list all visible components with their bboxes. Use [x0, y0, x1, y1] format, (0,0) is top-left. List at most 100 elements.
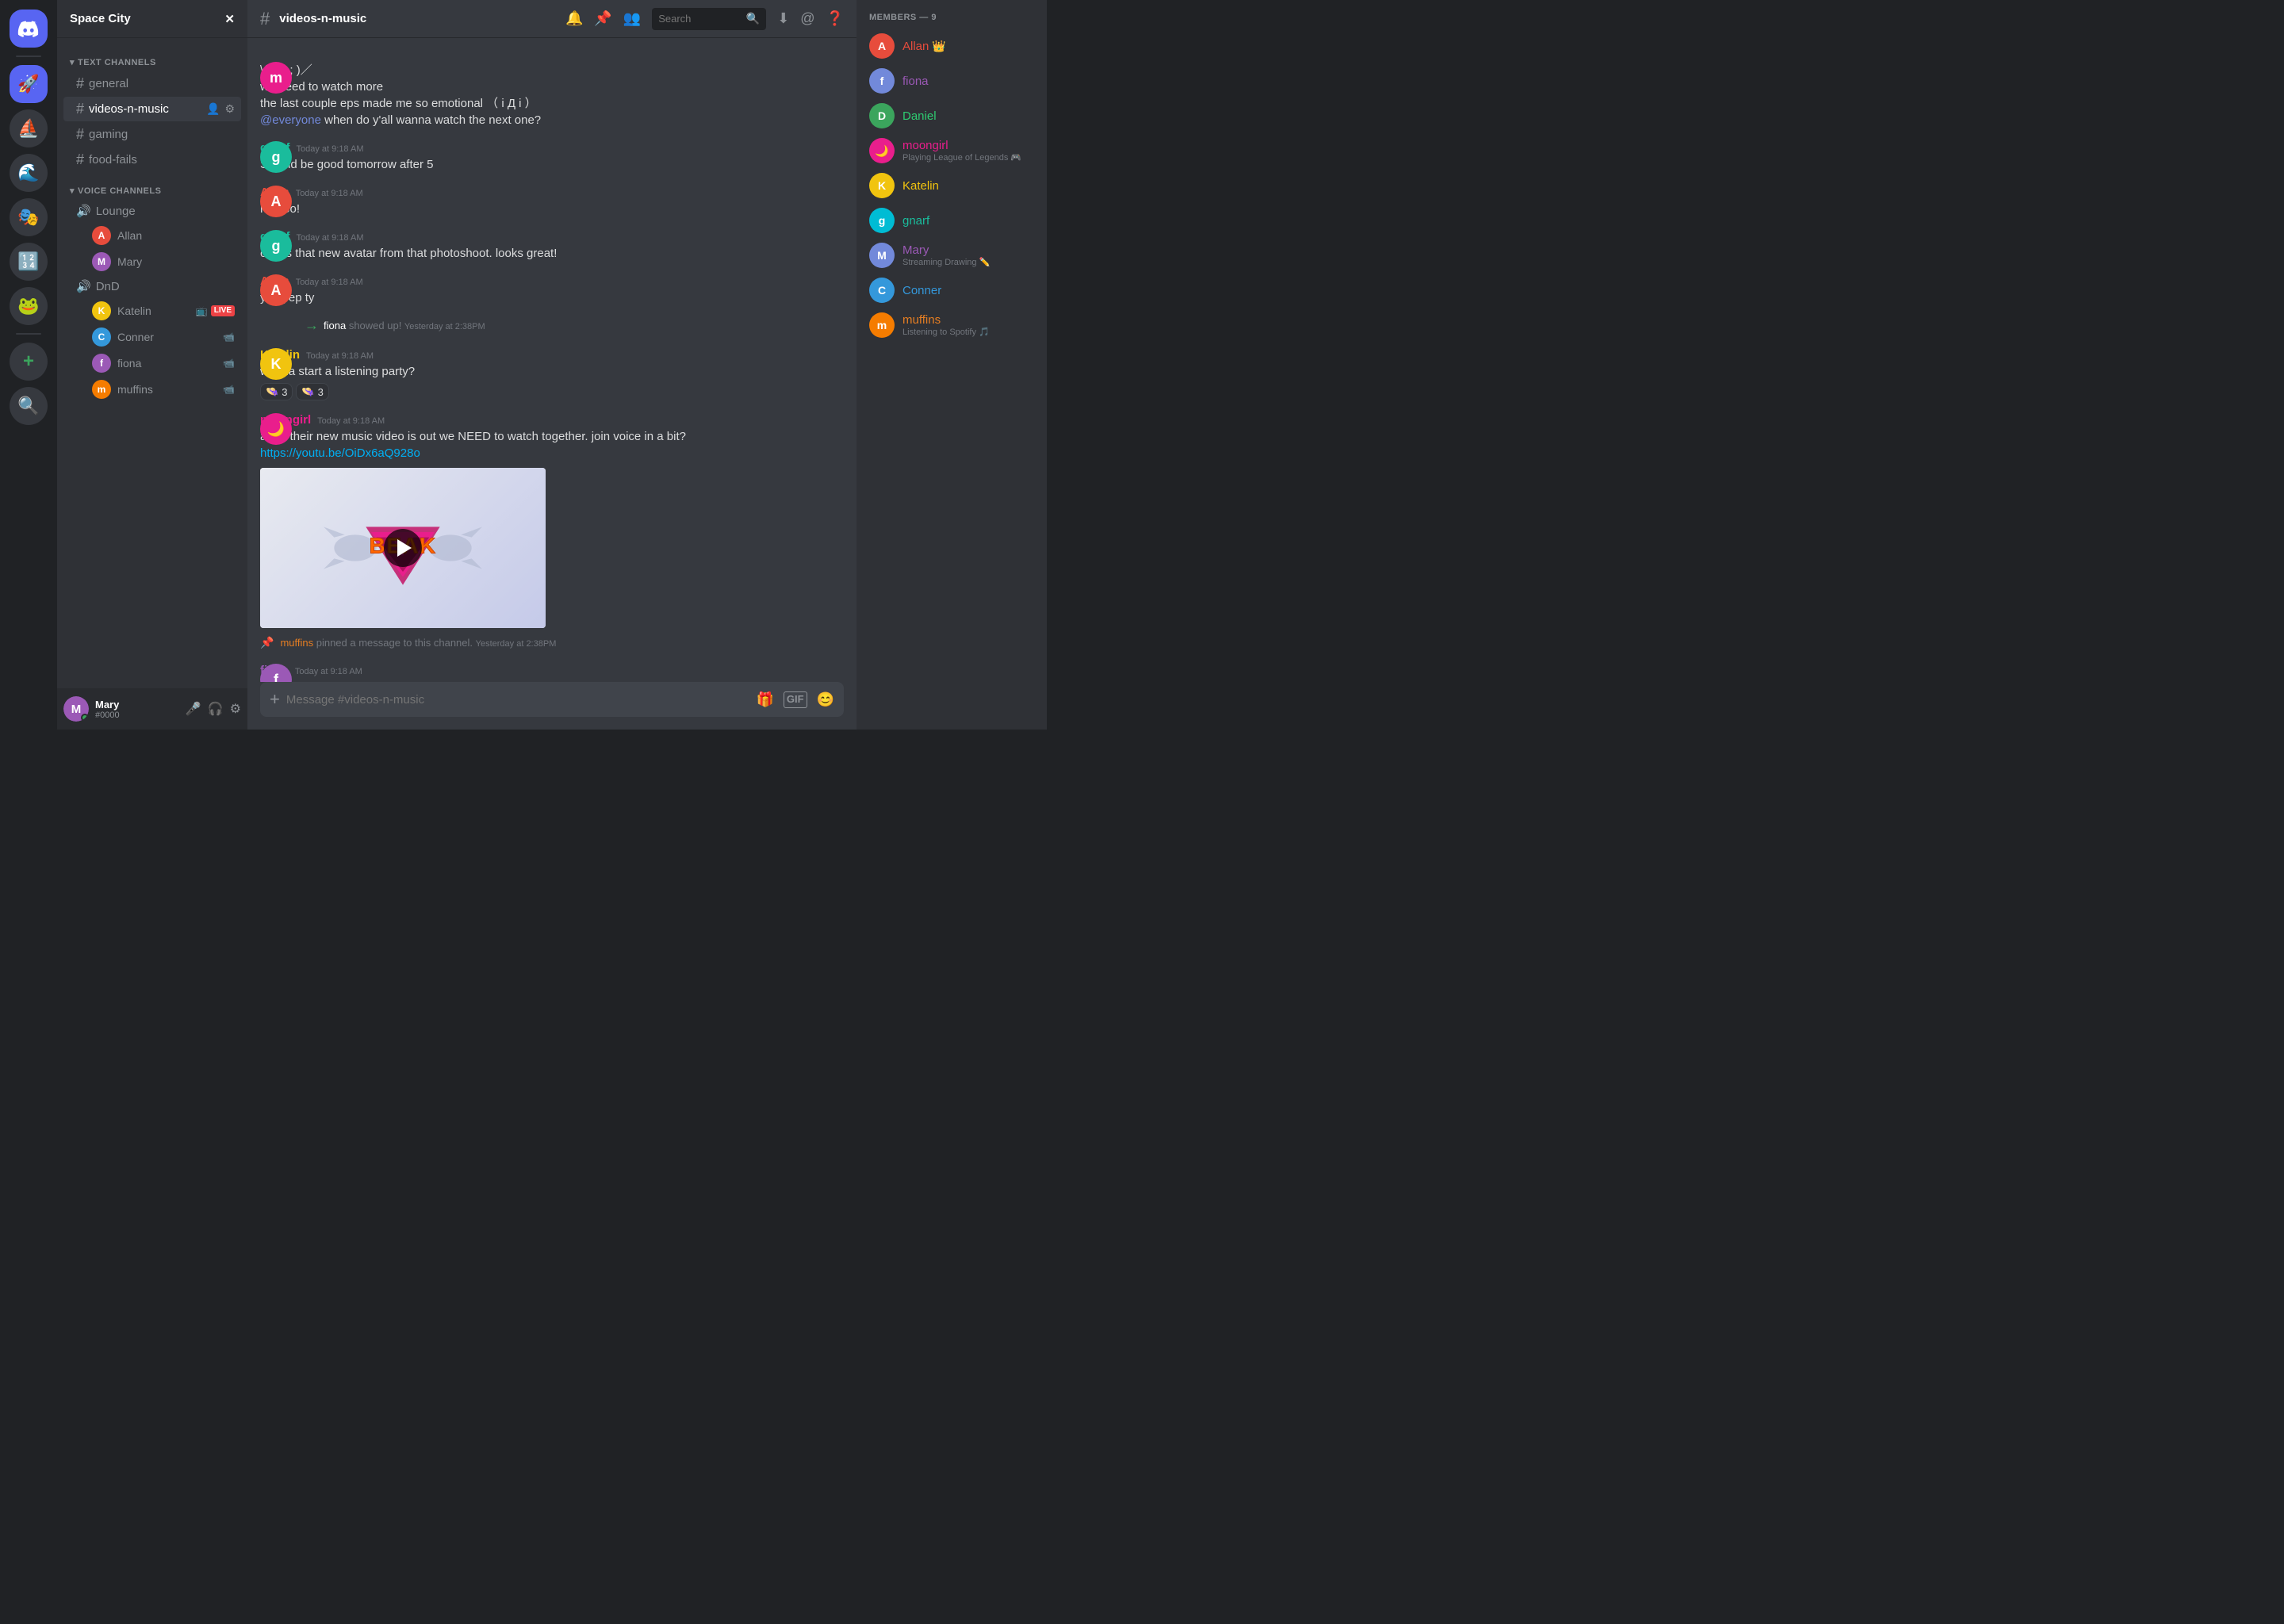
server-icon-3[interactable]: 🌊	[10, 154, 48, 192]
members-sidebar: MEMBERS — 9 A Allan 👑 f fiona D Daniel 🌙…	[856, 0, 1047, 730]
input-icons: 🎁 GIF 😊	[756, 691, 834, 708]
msg-text-moongirl: aaaa their new music video is out we NEE…	[260, 428, 844, 445]
server-icon-6[interactable]: 🐸	[10, 287, 48, 325]
member-item-muffins[interactable]: m muffins Listening to Spotify 🎵	[863, 308, 1040, 343]
explore-servers-icon[interactable]: 🔍	[10, 387, 48, 425]
msg-content-gnarf-2: gnarf Today at 9:18 AM ooh is that new a…	[260, 230, 844, 262]
channel-name-gaming: gaming	[89, 128, 128, 141]
current-user-avatar: M	[63, 696, 89, 722]
youtube-link[interactable]: https://youtu.be/OiDx6aQ928o	[260, 446, 420, 460]
msg-content-moongirl: moongirl Today at 9:18 AM aaaa their new…	[260, 413, 844, 628]
member-item-daniel[interactable]: D Daniel	[863, 98, 1040, 133]
msg-content-katelin: Katelin Today at 9:18 AM wanna start a l…	[260, 348, 844, 400]
message-allan-2: A Allan Today at 9:18 AM yep yep ty	[247, 273, 856, 308]
katelin-avatar: K	[92, 301, 111, 320]
members-icon[interactable]: 👥	[623, 10, 641, 27]
settings-icon[interactable]: ⚙	[224, 102, 235, 116]
server-icon-1[interactable]: 🚀	[10, 65, 48, 103]
server-icon-2[interactable]: ⛵	[10, 109, 48, 147]
voice-user-muffins[interactable]: m muffins 📹	[63, 377, 241, 402]
server-icon-5[interactable]: 🔢	[10, 243, 48, 281]
member-info-moongirl: moongirl Playing League of Legends 🎮	[902, 139, 1021, 163]
msg-content-fiona-2: fiona Today at 9:18 AM wait have you see…	[260, 664, 844, 682]
discord-home-icon[interactable]	[10, 10, 48, 48]
member-item-moongirl[interactable]: 🌙 moongirl Playing League of Legends 🎮	[863, 133, 1040, 168]
voice-user-allan[interactable]: A Allan	[63, 223, 241, 248]
message-gnarf-1: g gnarf Today at 9:18 AM Should be good …	[247, 140, 856, 174]
reaction-bar-katelin: 👒 3 👒 3	[260, 383, 844, 400]
channel-videos-n-music[interactable]: # videos-n-music 👤 ⚙	[63, 97, 241, 121]
emoji-icon[interactable]: 😊	[817, 691, 834, 708]
member-avatar-mary: M	[869, 243, 895, 268]
msg-text-everyone: @everyone when do y'all wanna watch the …	[260, 112, 844, 128]
member-item-conner[interactable]: C Conner	[863, 273, 1040, 308]
member-name-gnarf: gnarf	[902, 214, 929, 228]
member-item-fiona[interactable]: f fiona	[863, 63, 1040, 98]
video-embed-inner: BEAK	[260, 468, 546, 628]
video-embed[interactable]: BEAK	[260, 468, 546, 628]
add-server-button[interactable]: +	[10, 343, 48, 381]
video-icon-conner: 📹	[223, 331, 235, 343]
msg-text-gnarf-2: ooh is that new avatar from that photosh…	[260, 245, 844, 262]
crown-icon: 👑	[932, 40, 945, 53]
member-item-katelin[interactable]: K Katelin	[863, 168, 1040, 203]
voice-channel-dnd[interactable]: 🔊 DnD	[63, 275, 241, 297]
member-item-allan[interactable]: A Allan 👑	[863, 29, 1040, 63]
channel-hash-icon: #	[260, 9, 270, 29]
voice-user-mary[interactable]: M Mary	[63, 249, 241, 274]
msg-timestamp-allan-1: Today at 9:18 AM	[296, 189, 363, 198]
voice-channels-header[interactable]: ▾ VOICE CHANNELS	[57, 173, 247, 199]
channel-food-fails[interactable]: # food-fails	[63, 147, 241, 172]
msg-timestamp-fiona-2: Today at 9:18 AM	[295, 667, 362, 676]
voice-user-conner-name: Conner	[117, 331, 154, 343]
gif-icon[interactable]: GIF	[784, 691, 807, 708]
message-text-input[interactable]	[286, 693, 757, 707]
add-attachment-button[interactable]: +	[270, 689, 280, 710]
screen-share-icon: 📺	[196, 305, 208, 316]
settings-icon[interactable]: ⚙	[230, 701, 241, 717]
channel-general[interactable]: # general	[63, 71, 241, 96]
bell-icon[interactable]: 🔔	[565, 10, 583, 27]
help-icon[interactable]: ❓	[826, 10, 844, 27]
voice-channel-lounge[interactable]: 🔊 Lounge	[63, 200, 241, 222]
msg-text-allan-2: yep yep ty	[260, 289, 844, 306]
search-bar[interactable]: 🔍	[652, 8, 766, 30]
server-header[interactable]: Space City ✕	[57, 0, 247, 38]
gift-icon[interactable]: 🎁	[756, 691, 773, 708]
channel-gaming[interactable]: # gaming	[63, 122, 241, 147]
microphone-icon[interactable]: 🎤	[186, 701, 201, 717]
text-channels-header[interactable]: ▾ TEXT CHANNELS	[57, 44, 247, 71]
headphones-icon[interactable]: 🎧	[208, 701, 224, 717]
channel-name-food-fails: food-fails	[89, 153, 137, 167]
server-icon-4[interactable]: 🎭	[10, 198, 48, 236]
msg-header-allan-2: Allan Today at 9:18 AM	[260, 274, 844, 288]
icon-bar-divider-2	[16, 333, 41, 335]
download-icon[interactable]: ⬇	[777, 10, 789, 27]
member-item-mary[interactable]: M Mary Streaming Drawing ✏️	[863, 238, 1040, 273]
search-input[interactable]	[658, 13, 742, 25]
member-name-moongirl: moongirl	[902, 139, 948, 152]
play-button[interactable]	[384, 529, 422, 567]
add-member-icon[interactable]: 👤	[206, 102, 220, 116]
member-name-muffins: muffins	[902, 313, 941, 327]
member-avatar-fiona: f	[869, 68, 895, 94]
voice-user-katelin[interactable]: K Katelin 📺 LIVE	[63, 298, 241, 324]
member-item-gnarf[interactable]: g gnarf	[863, 203, 1040, 238]
pin-icon[interactable]: 📌	[594, 10, 611, 27]
msg-avatar-1: m	[260, 62, 292, 94]
voice-user-conner[interactable]: C Conner 📹	[63, 324, 241, 350]
voice-user-fiona[interactable]: f fiona 📹	[63, 350, 241, 376]
muffins-link[interactable]: muffins	[280, 637, 313, 649]
reaction-1[interactable]: 👒 3	[260, 383, 293, 400]
msg-timestamp-katelin: Today at 9:18 AM	[306, 351, 374, 361]
msg-content-allan-1: Allan Today at 9:18 AM me too!	[260, 186, 844, 217]
msg-timestamp-gnarf-2: Today at 9:18 AM	[297, 233, 364, 243]
member-info-mary: Mary Streaming Drawing ✏️	[902, 243, 990, 267]
video-icon-fiona: 📹	[223, 358, 235, 369]
mention-icon[interactable]: @	[800, 10, 814, 27]
icon-bar-divider	[16, 56, 41, 57]
lounge-label: Lounge	[96, 205, 136, 218]
reaction-2[interactable]: 👒 3	[296, 383, 328, 400]
mention-everyone[interactable]: @everyone	[260, 113, 321, 127]
fiona-link[interactable]: fiona	[324, 320, 346, 331]
